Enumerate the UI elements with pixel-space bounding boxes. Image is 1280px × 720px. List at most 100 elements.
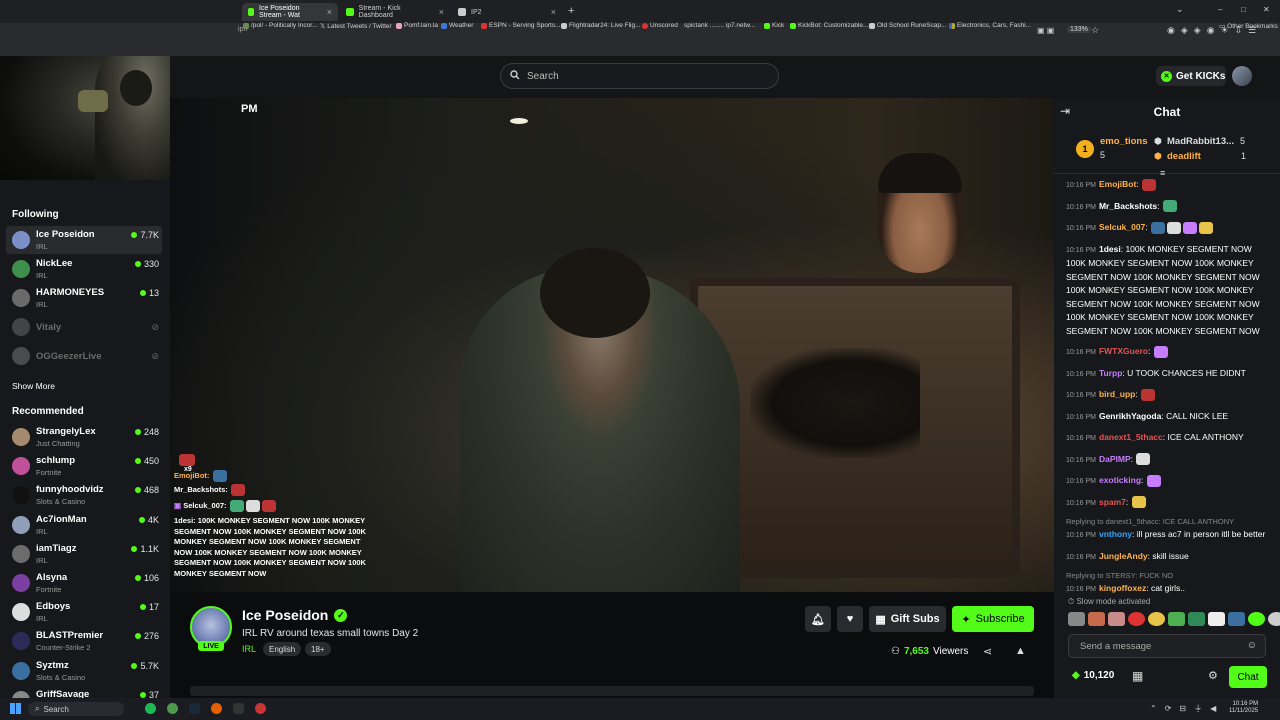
tab-list-chevron-icon[interactable]: ⌄ <box>1176 4 1184 15</box>
message-username[interactable]: 1desi <box>1099 244 1121 254</box>
gift-icon[interactable]: ▦ <box>1132 669 1143 683</box>
bookmark-kick[interactable]: Kick <box>764 22 784 29</box>
message-username[interactable]: exoticking <box>1099 475 1141 485</box>
emoji-picker-icon[interactable]: ☺ <box>1247 640 1257 651</box>
sidebar-channel[interactable]: schlump Fortnite 450 <box>6 452 162 480</box>
tag-english[interactable]: English <box>263 642 302 656</box>
gifter-1[interactable]: emo_tions <box>1100 136 1148 147</box>
maximize-icon[interactable]: □ <box>1241 5 1246 14</box>
bookmark-espn[interactable]: ESPN - Serving Sports... <box>481 22 561 29</box>
gifter-2[interactable]: MadRabbit13... <box>1167 136 1234 147</box>
bookmark-twitter[interactable]: 𝕏 Latest Tweets / Twitter <box>320 22 392 31</box>
bookmark-pol[interactable]: /pol/ - Politically Incor... <box>243 22 317 29</box>
sidebar-channel[interactable]: Vitaly ⊘ <box>6 313 162 341</box>
bookmark-weather[interactable]: Weather <box>441 22 473 29</box>
bookmark-flightradar[interactable]: Flightradar24: Live Flig... <box>561 22 641 29</box>
sidebar-channel[interactable]: OGGeezerLive ⊘ <box>6 342 162 370</box>
message-username[interactable]: EmojiBot <box>1099 179 1136 189</box>
close-icon[interactable]: × <box>327 7 332 17</box>
streamer-name[interactable]: Ice Poseidon ✓ <box>242 607 348 623</box>
sidebar-channel[interactable]: NickLee IRL 330 <box>6 255 162 283</box>
sidebar-channel[interactable]: Syztmz Slots & Casino 5.7K <box>6 657 162 685</box>
chat-message-input[interactable]: Send a message ☺ <box>1068 634 1266 658</box>
bookmark-pomf[interactable]: Pomf.lain.la <box>396 22 438 29</box>
minimize-icon[interactable]: – <box>1218 5 1222 14</box>
emote-icon[interactable] <box>1068 612 1085 626</box>
close-icon[interactable]: × <box>439 7 444 17</box>
subscribe-button[interactable]: ✦ Subscribe <box>952 606 1034 632</box>
windows-start-icon[interactable] <box>10 703 21 714</box>
taskbar-clock[interactable]: 10:16 PM 11/11/2025 <box>1229 701 1258 715</box>
zoom-level-badge[interactable]: 133% <box>1067 26 1091 33</box>
send-chat-button[interactable]: Chat <box>1229 666 1267 688</box>
message-username[interactable]: Turpp <box>1099 368 1122 378</box>
tag-18plus[interactable]: 18+ <box>305 642 331 656</box>
emote-icon[interactable] <box>1128 612 1145 626</box>
report-icon[interactable]: ▲ <box>1015 645 1026 657</box>
gift-subs-button[interactable]: ▦ Gift Subs <box>869 606 946 632</box>
message-username[interactable]: vnthony <box>1099 529 1132 539</box>
emote-icon[interactable] <box>1248 612 1265 626</box>
app-icon[interactable] <box>167 703 178 714</box>
other-bookmarks[interactable]: ▭ Other Bookmarks <box>1219 22 1278 31</box>
bookmark-kickbot[interactable]: KickBot: Customizable... <box>790 22 868 29</box>
follow-button[interactable]: ♥ <box>837 606 863 632</box>
bookmark-star-icon[interactable]: ☆ <box>1091 25 1099 36</box>
show-more-link[interactable]: Show More <box>12 381 55 391</box>
message-username[interactable]: Selcuk_007 <box>1099 222 1145 232</box>
channel-points[interactable]: ◆ 10,120 <box>1072 670 1114 681</box>
sidebar-channel[interactable]: funnyhoodvidz Slots & Casino 468 <box>6 481 162 509</box>
page-tools-icon[interactable]: ▣ ▣ <box>1037 26 1054 35</box>
share-icon[interactable]: ⋖ <box>983 645 992 658</box>
stream-category-link[interactable]: IRL <box>242 644 256 654</box>
search-input[interactable]: Search <box>500 63 779 89</box>
emote-icon[interactable] <box>1268 612 1280 626</box>
sidebar-channel[interactable]: Edboys IRL 17 <box>6 598 162 626</box>
firefox-icon[interactable] <box>211 703 222 714</box>
system-tray-icons[interactable]: ⌃⟳⊟⏚◀ <box>1150 703 1224 714</box>
bookmark-spictank[interactable]: spictank ........ ip7.netw... <box>684 22 755 29</box>
sidebar-channel[interactable]: StrangelyLex Just Chatting 248 <box>6 423 162 451</box>
sidebar-channel[interactable]: Ice Poseidon IRL 7.7K <box>6 226 162 254</box>
message-username[interactable]: DaPIMP <box>1099 454 1131 464</box>
app-icon[interactable] <box>255 703 266 714</box>
emote-icon[interactable] <box>1148 612 1165 626</box>
user-avatar[interactable] <box>1232 66 1252 86</box>
message-username[interactable]: JungleAndy <box>1099 551 1148 561</box>
message-username[interactable]: kingoffoxez <box>1099 583 1146 593</box>
chat-settings-gear-icon[interactable]: ⚙ <box>1208 669 1218 682</box>
message-username[interactable]: spam7 <box>1099 497 1126 507</box>
message-username[interactable]: GenrikhYagoda <box>1099 411 1161 421</box>
tab-kick-dashboard[interactable]: Stream - Kick Dashboard × <box>340 3 450 21</box>
emote-icon[interactable] <box>1228 612 1245 626</box>
message-username[interactable]: danext1_5thacc <box>1099 432 1163 442</box>
emote-icon[interactable] <box>1088 612 1105 626</box>
taskbar-search[interactable]: ⌕ Search <box>28 702 124 716</box>
message-username[interactable]: bird_upp <box>1099 389 1135 399</box>
gifter-3[interactable]: deadlift <box>1167 151 1201 162</box>
spotify-icon[interactable] <box>145 703 156 714</box>
tab-ice-poseidon[interactable]: Ice Poseidon Stream - Wat × <box>242 3 338 21</box>
sidebar-channel[interactable]: Alsyna Fortnite 106 <box>6 569 162 597</box>
close-icon[interactable]: × <box>551 7 556 17</box>
new-tab-button[interactable]: + <box>568 5 574 17</box>
sidebar-channel[interactable]: Ac7ionMan IRL 4K <box>6 511 162 539</box>
emote-icon[interactable] <box>1168 612 1185 626</box>
sidebar-channel[interactable]: iamTiagz IRL 1.1K <box>6 540 162 568</box>
bookmark-osrs[interactable]: Old School RuneScap... <box>869 22 946 29</box>
expand-chevron-icon[interactable]: ≡ <box>1160 168 1165 178</box>
notification-bell-button[interactable]: 🔔︎ <box>805 606 831 632</box>
message-username[interactable]: Mr_Backshots <box>1099 201 1157 211</box>
emote-icon[interactable] <box>1188 612 1205 626</box>
window-close-icon[interactable]: ✕ <box>1263 5 1270 14</box>
emote-icon[interactable] <box>1208 612 1225 626</box>
app-icon[interactable] <box>233 703 244 714</box>
bookmark-unscored[interactable]: Unscored <box>642 22 678 29</box>
steam-icon[interactable] <box>189 703 200 714</box>
get-kicks-button[interactable]: ✕ Get KICKs <box>1156 66 1226 86</box>
sidebar-channel[interactable]: HARMONEYES IRL 13 <box>6 284 162 312</box>
message-username[interactable]: FWTXGuero <box>1099 346 1148 356</box>
tab-ip2[interactable]: IP2 × <box>452 3 562 21</box>
sidebar-channel[interactable]: BLASTPremier Counter-Strike 2 276 <box>6 627 162 655</box>
bookmark-ebay[interactable]: Electronics, Cars, Fashi... <box>949 22 1031 29</box>
